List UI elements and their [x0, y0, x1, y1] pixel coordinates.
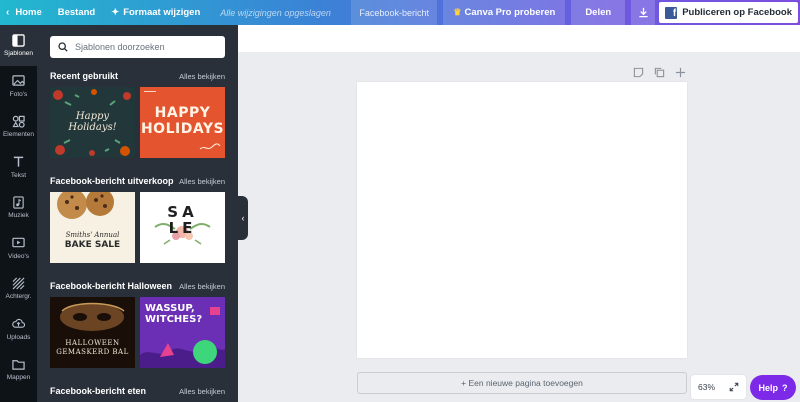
thumb-text: WITCHES?	[145, 314, 203, 325]
section-halloween: Facebook-bericht Halloween Alles bekijke…	[50, 281, 225, 291]
section-sale: Facebook-bericht uitverkoop Alles bekijk…	[50, 176, 225, 186]
publish-label: Publiceren op Facebook	[682, 7, 792, 18]
templates-icon	[12, 33, 26, 47]
rail-label: Achtergr.	[5, 293, 32, 301]
thumb-text: Holidays!	[68, 122, 117, 133]
thumb-text: WASSUP,	[145, 303, 195, 314]
save-status: Alle wijzigingen opgeslagen	[220, 7, 331, 18]
rail-item-uploads[interactable]: Uploads	[0, 309, 37, 350]
section-title: Facebook-bericht Halloween	[50, 281, 173, 291]
thumb-text: Happy	[75, 111, 110, 122]
facebook-icon: f	[665, 6, 678, 19]
side-rail: Sjablonen Foto's Elementen Tekst Muziek …	[0, 25, 37, 402]
design-canvas[interactable]	[357, 82, 687, 358]
background-icon	[12, 276, 26, 290]
collapse-panel-button[interactable]: ‹	[238, 196, 248, 240]
zoom-control[interactable]: 63%	[691, 375, 746, 399]
see-all-link[interactable]: Alles bekijken	[179, 177, 225, 186]
duplicate-icon[interactable]	[653, 66, 665, 78]
resize-button[interactable]: ✦ Formaat wijzigen	[103, 0, 208, 25]
page-tools	[632, 66, 686, 78]
file-menu[interactable]: Bestand	[50, 0, 103, 25]
note-icon[interactable]	[632, 66, 644, 78]
swirl-decoration	[199, 143, 221, 150]
section-food: Facebook-bericht eten Alles bekijken	[50, 386, 225, 396]
rail-item-templates[interactable]: Sjablonen	[0, 25, 37, 66]
folder-icon	[12, 357, 26, 371]
question-icon: ?	[782, 382, 788, 393]
rail-item-text[interactable]: Tekst	[0, 147, 37, 188]
template-thumbnail[interactable]: WASSUP, WITCHES?	[140, 297, 225, 368]
rail-item-photos[interactable]: Foto's	[0, 66, 37, 107]
toolbar-strip	[238, 25, 800, 52]
download-icon	[639, 7, 648, 18]
music-icon	[12, 195, 26, 209]
rail-item-music[interactable]: Muziek	[0, 187, 37, 228]
share-button[interactable]: Delen	[571, 0, 626, 25]
expand-icon[interactable]	[729, 382, 739, 392]
publish-facebook-button[interactable]: f Publiceren op Facebook	[659, 2, 798, 23]
template-thumbnail[interactable]: SA LE	[140, 192, 225, 263]
elements-icon	[12, 114, 26, 128]
rail-label: Muziek	[8, 212, 29, 220]
try-pro-label: Canva Pro proberen	[464, 7, 556, 18]
sparkle-icon: ✦	[111, 7, 120, 18]
template-thumbnail[interactable]: HAPPY HOLIDAYS	[140, 87, 225, 158]
thumb-text: GEMASKERD BAL	[56, 348, 129, 356]
thumb-text: SA	[167, 203, 198, 221]
section-recent: Recent gebruikt Alles bekijken	[50, 71, 225, 81]
try-pro-button[interactable]: ♛ Canva Pro proberen	[443, 0, 566, 25]
home-button[interactable]: ‹ Home	[0, 0, 50, 25]
text-icon	[12, 155, 26, 169]
rail-label: Tekst	[10, 171, 27, 179]
add-page-button[interactable]: + Een nieuwe pagina toevoegen	[357, 372, 687, 394]
template-thumbnail[interactable]: Happy Holidays!	[50, 87, 135, 158]
video-icon	[12, 236, 26, 250]
help-label: Help	[758, 382, 778, 393]
section-title: Facebook-bericht uitverkoop	[50, 176, 174, 186]
photos-icon	[12, 74, 26, 88]
rail-label: Foto's	[9, 90, 28, 98]
rail-label: Uploads	[6, 333, 31, 341]
upload-icon	[12, 317, 26, 331]
rail-item-elements[interactable]: Elementen	[0, 106, 37, 147]
mask-image	[50, 297, 135, 368]
crown-icon: ♛	[453, 7, 462, 17]
resize-label: Formaat wijzigen	[123, 7, 201, 18]
see-all-link[interactable]: Alles bekijken	[179, 72, 225, 81]
chevron-left-icon: ‹	[241, 213, 245, 223]
rail-item-folders[interactable]: Mappen	[0, 349, 37, 390]
rail-label: Sjablonen	[4, 50, 33, 58]
templates-panel: Sjablonen doorzoeken Recent gebruikt All…	[37, 25, 238, 402]
document-title[interactable]: Facebook-bericht	[351, 0, 438, 25]
rail-label: Video's	[8, 252, 29, 260]
template-search-input[interactable]: Sjablonen doorzoeken	[50, 36, 225, 58]
rail-item-videos[interactable]: Video's	[0, 228, 37, 269]
cookies-image	[50, 192, 135, 263]
section-title: Recent gebruikt	[50, 71, 119, 81]
home-label: Home	[15, 7, 42, 18]
see-all-link[interactable]: Alles bekijken	[179, 387, 225, 396]
thumb-text: BAKE SALE	[64, 240, 121, 250]
rail-label: Elementen	[2, 131, 35, 139]
thumb-text: LE	[168, 219, 197, 237]
help-button[interactable]: Help ?	[750, 375, 796, 400]
rail-item-backgrounds[interactable]: Achtergr.	[0, 268, 37, 309]
search-icon	[58, 42, 68, 52]
zoom-level: 63%	[698, 382, 716, 392]
download-button[interactable]	[631, 0, 656, 25]
thumb-text: HALLOWEEN	[65, 339, 120, 347]
top-bar: ‹ Home Bestand ✦ Formaat wijzigen Alle w…	[0, 0, 800, 25]
search-placeholder: Sjablonen doorzoeken	[75, 42, 165, 52]
chevron-left-icon: ‹	[6, 7, 10, 18]
see-all-link[interactable]: Alles bekijken	[179, 282, 225, 291]
section-title: Facebook-bericht eten	[50, 386, 147, 396]
add-icon[interactable]	[674, 66, 686, 78]
template-thumbnail[interactable]: Smiths' Annual BAKE SALE	[50, 192, 135, 263]
template-thumbnail[interactable]: HALLOWEEN GEMASKERD BAL	[50, 297, 135, 368]
rail-label: Mappen	[6, 374, 31, 382]
thumb-text: Smiths' Annual	[65, 231, 120, 239]
